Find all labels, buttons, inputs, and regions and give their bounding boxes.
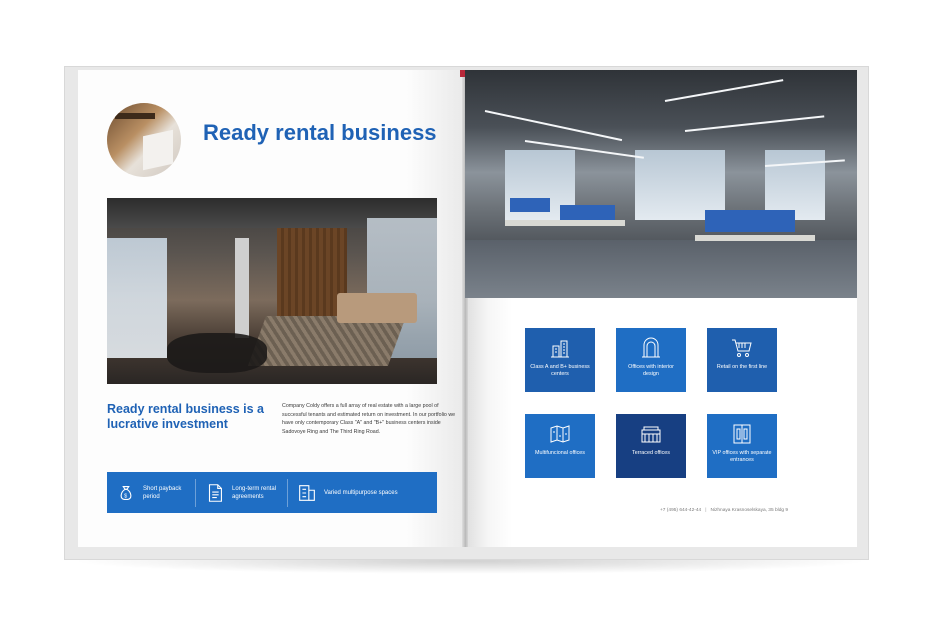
intro-paragraph: Company Coldy offers a full array of rea… (282, 403, 456, 436)
services-grid: Class A and B+ business centers Offices … (525, 328, 777, 478)
business-center-icon (551, 340, 569, 358)
feature-label: Varied multipurpose spaces (324, 489, 398, 496)
features-bar: $ Short payback period Long-term rental … (107, 472, 437, 513)
office-photo (465, 70, 857, 298)
shopping-cart-icon (732, 339, 752, 357)
money-bag-icon: $ (120, 485, 132, 500)
footer-phone: +7 (495) 644-42-44 (660, 508, 702, 513)
footer-address: Nizhnaya Krasnoselskaya, 35 bldg 9 (710, 508, 789, 513)
tile-label: Multifuncional offices (535, 450, 585, 456)
feature-item: Varied multipurpose spaces (287, 478, 437, 507)
service-tile: Multifuncional offices (525, 414, 595, 478)
tile-label: Retail on the first line (716, 364, 768, 370)
floor-plan-icon (550, 425, 570, 443)
tile-label: Terraced offices (632, 450, 670, 456)
service-tile: Class A and B+ business centers (525, 328, 595, 392)
feature-item: $ Short payback period (107, 479, 195, 507)
service-tile: Offices with interior design (616, 328, 686, 392)
feature-label: Long-term rental agreements (232, 485, 277, 500)
interior-thumbnail-image (107, 103, 181, 177)
page-title: Ready rental business (203, 120, 437, 145)
lounge-photo (107, 198, 437, 384)
interior-arch-icon (642, 337, 660, 358)
svg-text:$: $ (124, 493, 127, 499)
contact-footer: +7 (495) 644-42-44 | Nizhnaya Krasnoselska… (660, 508, 840, 513)
doors-icon (733, 424, 751, 444)
tile-label: VIP offices with separate entrances (712, 450, 772, 463)
feature-label: Short payback period (143, 485, 182, 500)
document-icon (208, 483, 222, 502)
tile-label: Offices with interior design (628, 364, 674, 377)
service-tile: Terraced offices (616, 414, 686, 478)
service-tile: Retail on the first line (707, 328, 777, 392)
feature-item: Long-term rental agreements (195, 478, 287, 507)
tile-label: Class A and B+ business centers (530, 364, 590, 377)
building-layout-icon (299, 484, 315, 501)
terrace-icon (641, 426, 661, 443)
section-subheading: Ready rental business is a lucrative inv… (107, 402, 265, 431)
service-tile: VIP offices with separate entrances (707, 414, 777, 478)
